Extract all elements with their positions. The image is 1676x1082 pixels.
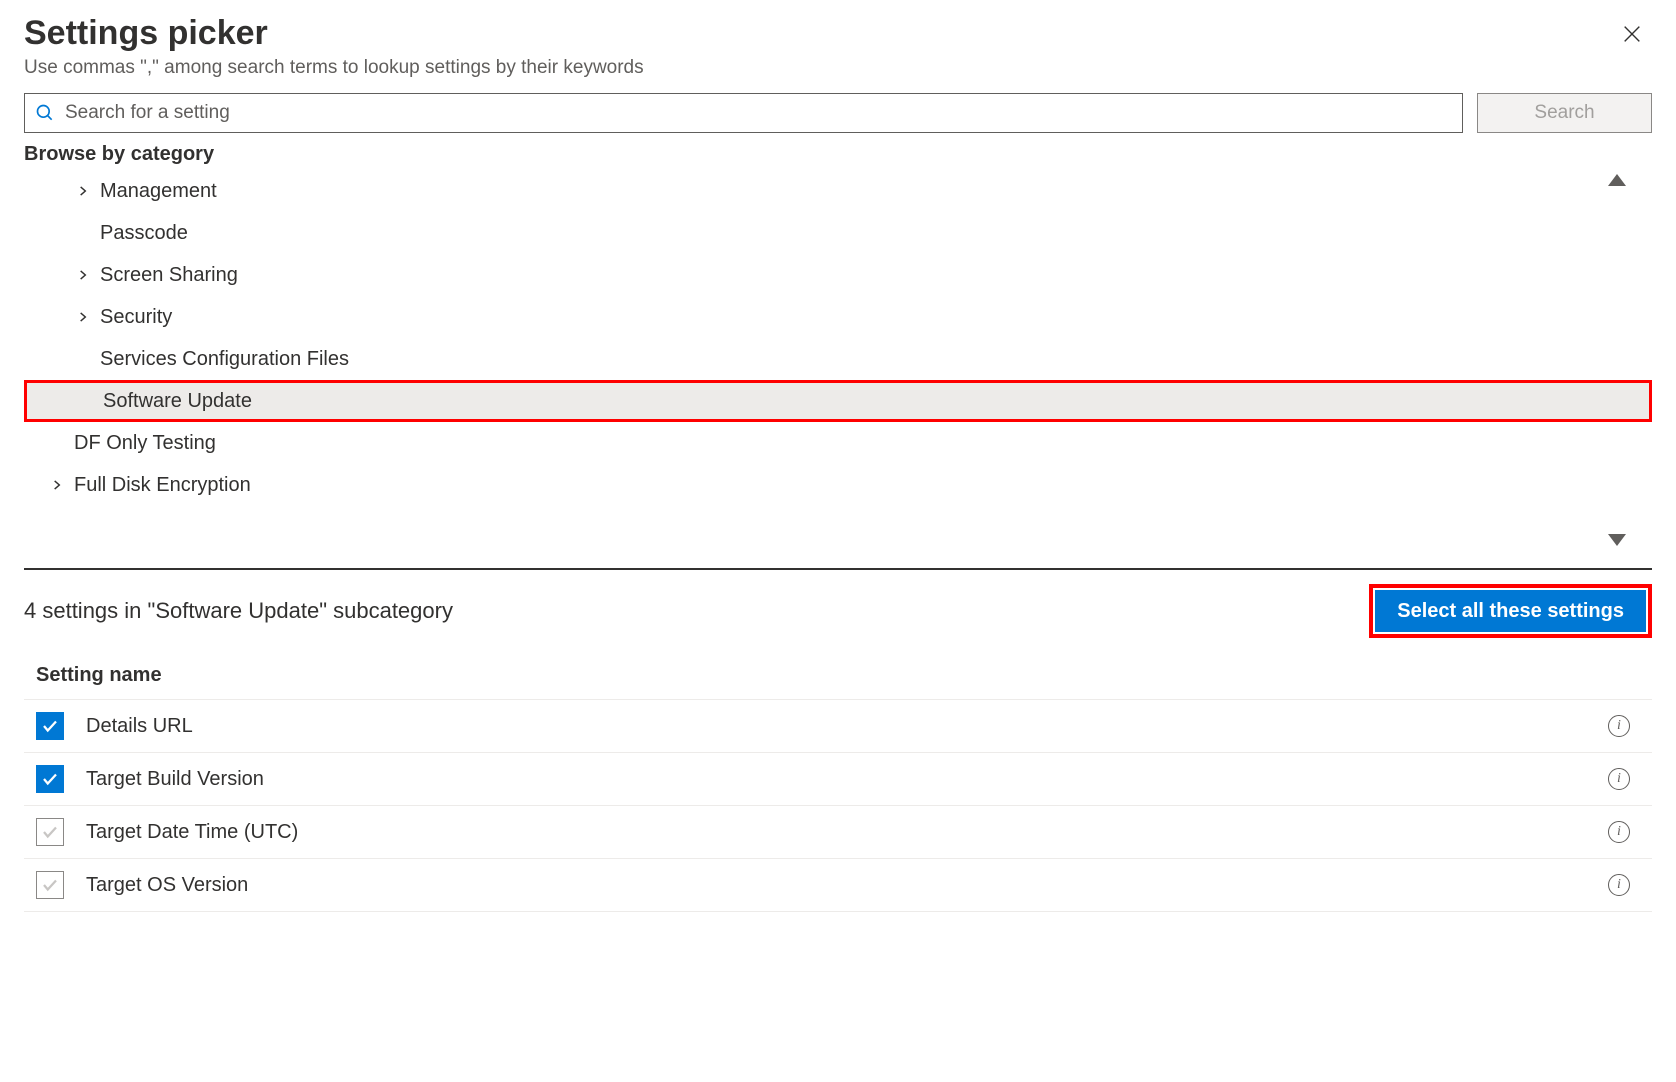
- chevron-right-icon: [24, 184, 100, 198]
- category-item[interactable]: Software Update: [24, 380, 1652, 422]
- category-label: Management: [100, 180, 217, 203]
- search-icon: [35, 103, 55, 123]
- category-label: Services Configuration Files: [100, 348, 349, 371]
- category-item[interactable]: Full Disk Encryption: [24, 464, 1652, 506]
- setting-checkbox[interactable]: [36, 818, 64, 846]
- info-icon[interactable]: i: [1608, 821, 1630, 843]
- info-icon[interactable]: i: [1608, 768, 1630, 790]
- browse-by-category-label: Browse by category: [24, 143, 1652, 166]
- chevron-right-icon: [24, 268, 100, 282]
- category-label: Passcode: [100, 222, 188, 245]
- setting-label: Target OS Version: [86, 874, 1608, 897]
- select-all-button[interactable]: Select all these settings: [1375, 590, 1646, 632]
- section-divider: [24, 568, 1652, 570]
- chevron-right-icon: [24, 478, 74, 492]
- category-list[interactable]: Management Passcode Screen Sharing Security…: [24, 170, 1652, 550]
- close-icon: [1621, 23, 1643, 45]
- setting-row: Target Build Versioni: [24, 753, 1652, 806]
- close-button[interactable]: [1612, 14, 1652, 54]
- setting-row: Target Date Time (UTC)i: [24, 806, 1652, 859]
- category-item[interactable]: Security: [24, 296, 1652, 338]
- category-item[interactable]: Services Configuration Files: [24, 338, 1652, 380]
- settings-count-text: 4 settings in "Software Update" subcateg…: [24, 598, 453, 624]
- setting-checkbox[interactable]: [36, 871, 64, 899]
- setting-label: Target Build Version: [86, 768, 1608, 791]
- setting-checkbox[interactable]: [36, 765, 64, 793]
- setting-row: Target OS Versioni: [24, 859, 1652, 912]
- setting-label: Details URL: [86, 715, 1608, 738]
- info-icon[interactable]: i: [1608, 874, 1630, 896]
- setting-label: Target Date Time (UTC): [86, 821, 1608, 844]
- info-icon[interactable]: i: [1608, 715, 1630, 737]
- category-label: Software Update: [103, 390, 252, 413]
- search-button[interactable]: Search: [1477, 93, 1652, 133]
- page-subtitle: Use commas "," among search terms to loo…: [24, 57, 644, 79]
- search-input[interactable]: [55, 101, 1452, 125]
- setting-name-column-header: Setting name: [24, 656, 1652, 700]
- category-label: Full Disk Encryption: [74, 474, 251, 497]
- category-label: Security: [100, 306, 172, 329]
- setting-row: Details URLi: [24, 700, 1652, 753]
- category-item[interactable]: Screen Sharing: [24, 254, 1652, 296]
- category-item[interactable]: Passcode: [24, 212, 1652, 254]
- chevron-right-icon: [24, 310, 100, 324]
- category-label: DF Only Testing: [74, 432, 216, 455]
- category-label: Screen Sharing: [100, 264, 238, 287]
- page-title: Settings picker: [24, 14, 644, 53]
- setting-checkbox[interactable]: [36, 712, 64, 740]
- category-item[interactable]: Management: [24, 170, 1652, 212]
- category-item[interactable]: DF Only Testing: [24, 422, 1652, 464]
- search-box[interactable]: [24, 93, 1463, 133]
